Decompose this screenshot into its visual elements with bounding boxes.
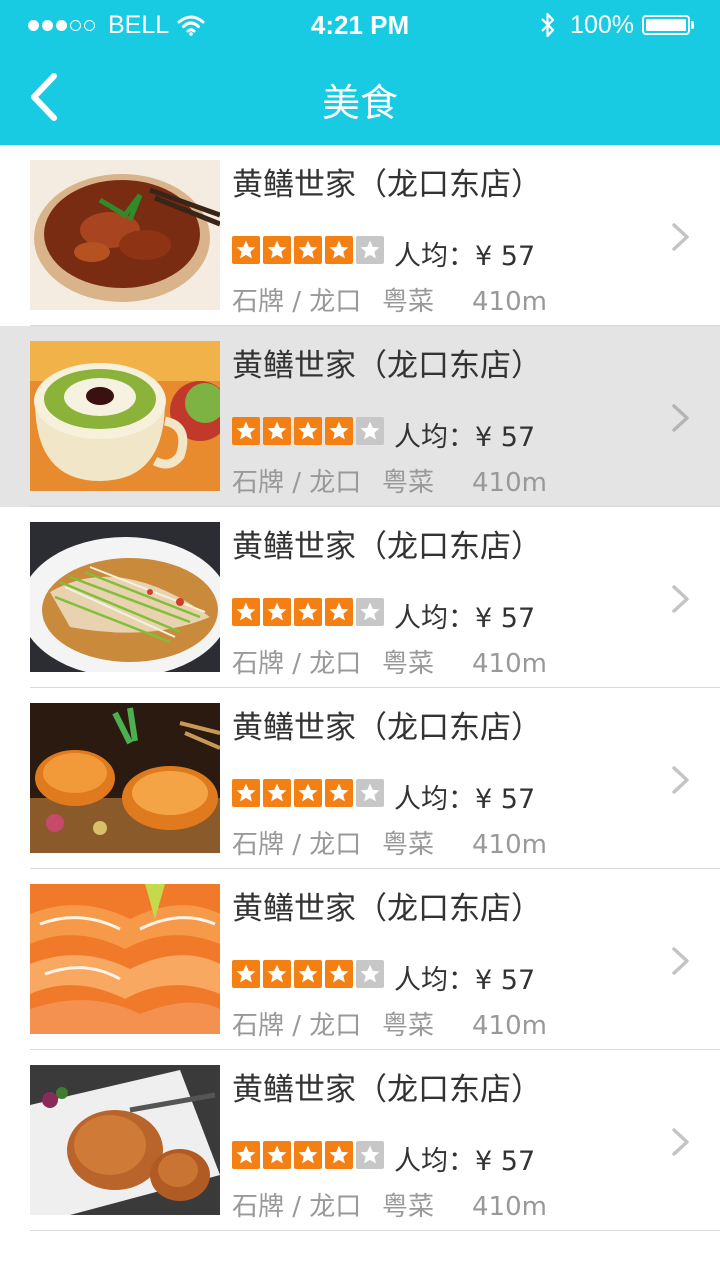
star-filled-icon [325, 1141, 353, 1169]
food-photo [30, 160, 220, 310]
star-filled-icon [232, 417, 260, 445]
distance-label: 410m [472, 649, 547, 679]
star-filled-icon [294, 236, 322, 264]
star-filled-icon [294, 960, 322, 988]
star-empty-icon [356, 598, 384, 626]
cuisine-label: 粤菜 [382, 468, 435, 498]
chevron-right-icon [672, 947, 689, 975]
restaurant-name: 黄鳝世家（龙口东店） [232, 891, 542, 927]
distance-label: 410m [472, 468, 547, 498]
restaurant-name: 黄鳝世家（龙口东店） [232, 167, 542, 203]
chevron-right-icon [672, 1128, 689, 1156]
area-label: 石牌 / 龙口 [232, 649, 362, 679]
star-filled-icon [232, 598, 260, 626]
distance-label: 410m [472, 830, 547, 860]
chevron-right-icon [672, 404, 689, 432]
average-price: 人均：¥ 57 [394, 1146, 536, 1177]
star-filled-icon [263, 598, 291, 626]
restaurant-name: 黄鳝世家（龙口东店） [232, 1072, 542, 1108]
star-rating [232, 1141, 387, 1169]
battery-icon [642, 15, 694, 35]
cuisine-label: 粤菜 [382, 287, 435, 317]
distance-label: 410m [472, 1011, 547, 1041]
star-filled-icon [232, 960, 260, 988]
star-filled-icon [325, 960, 353, 988]
star-filled-icon [232, 1141, 260, 1169]
restaurant-meta: 石牌 / 龙口 粤菜 410m [232, 1005, 547, 1042]
distance-label: 410m [472, 1192, 547, 1222]
star-filled-icon [294, 598, 322, 626]
restaurant-name: 黄鳝世家（龙口东店） [232, 348, 542, 384]
cuisine-label: 粤菜 [382, 1192, 435, 1222]
star-empty-icon [356, 417, 384, 445]
status-right: 100% [540, 10, 694, 40]
cuisine-label: 粤菜 [382, 649, 435, 679]
average-price: 人均：¥ 57 [394, 422, 536, 453]
bluetooth-icon [541, 12, 555, 38]
star-filled-icon [294, 417, 322, 445]
row-divider [30, 1230, 720, 1231]
restaurant-name: 黄鳝世家（龙口东店） [232, 529, 542, 565]
average-price: 人均：¥ 57 [394, 603, 536, 634]
chevron-right-icon [672, 766, 689, 794]
average-price: 人均：¥ 57 [394, 241, 536, 272]
area-label: 石牌 / 龙口 [232, 830, 362, 860]
star-filled-icon [325, 236, 353, 264]
restaurant-meta: 石牌 / 龙口 粤菜 410m [232, 824, 547, 861]
restaurant-row[interactable]: 黄鳝世家（龙口东店） 人均：¥ 57 石牌 / 龙口 粤菜 410m [0, 507, 720, 688]
restaurant-meta: 石牌 / 龙口 粤菜 410m [232, 643, 547, 680]
chevron-right-icon [672, 585, 689, 613]
nav-bar: 美食 [0, 50, 720, 145]
food-photo [30, 341, 220, 491]
star-filled-icon [263, 779, 291, 807]
restaurant-row[interactable]: 黄鳝世家（龙口东店） 人均：¥ 57 石牌 / 龙口 粤菜 410m [0, 145, 720, 326]
restaurant-meta: 石牌 / 龙口 粤菜 410m [232, 1186, 547, 1223]
star-empty-icon [356, 236, 384, 264]
restaurant-list: 黄鳝世家（龙口东店） 人均：¥ 57 石牌 / 龙口 粤菜 410m 黄鳝世家（… [0, 145, 720, 1231]
food-photo [30, 884, 220, 1034]
star-filled-icon [263, 1141, 291, 1169]
star-filled-icon [294, 1141, 322, 1169]
star-empty-icon [356, 1141, 384, 1169]
page-title: 美食 [321, 81, 398, 125]
food-photo [30, 1065, 220, 1215]
star-rating [232, 417, 387, 445]
distance-label: 410m [472, 287, 547, 317]
restaurant-row[interactable]: 黄鳝世家（龙口东店） 人均：¥ 57 石牌 / 龙口 粤菜 410m [0, 1050, 720, 1231]
star-filled-icon [232, 236, 260, 264]
status-bar: BELL 4:21 PM 100% [0, 0, 720, 50]
average-price: 人均：¥ 57 [394, 965, 536, 996]
star-empty-icon [356, 960, 384, 988]
restaurant-meta: 石牌 / 龙口 粤菜 410m [232, 462, 547, 499]
star-filled-icon [263, 417, 291, 445]
average-price: 人均：¥ 57 [394, 784, 536, 815]
food-photo [30, 522, 220, 672]
food-photo [30, 703, 220, 853]
star-rating [232, 779, 387, 807]
restaurant-row[interactable]: 黄鳝世家（龙口东店） 人均：¥ 57 石牌 / 龙口 粤菜 410m [0, 326, 720, 507]
restaurant-row[interactable]: 黄鳝世家（龙口东店） 人均：¥ 57 石牌 / 龙口 粤菜 410m [0, 869, 720, 1050]
restaurant-name: 黄鳝世家（龙口东店） [232, 710, 542, 746]
star-empty-icon [356, 779, 384, 807]
battery-percent: 100% [570, 10, 634, 39]
star-rating [232, 960, 387, 988]
chevron-right-icon [672, 223, 689, 251]
star-filled-icon [263, 236, 291, 264]
star-filled-icon [263, 960, 291, 988]
cuisine-label: 粤菜 [382, 1011, 435, 1041]
restaurant-meta: 石牌 / 龙口 粤菜 410m [232, 281, 547, 318]
star-filled-icon [325, 598, 353, 626]
area-label: 石牌 / 龙口 [232, 1192, 362, 1222]
star-filled-icon [325, 779, 353, 807]
star-rating [232, 598, 387, 626]
star-filled-icon [232, 779, 260, 807]
star-filled-icon [325, 417, 353, 445]
restaurant-row[interactable]: 黄鳝世家（龙口东店） 人均：¥ 57 石牌 / 龙口 粤菜 410m [0, 688, 720, 869]
area-label: 石牌 / 龙口 [232, 1011, 362, 1041]
cuisine-label: 粤菜 [382, 830, 435, 860]
star-rating [232, 236, 387, 264]
area-label: 石牌 / 龙口 [232, 468, 362, 498]
star-filled-icon [294, 779, 322, 807]
area-label: 石牌 / 龙口 [232, 287, 362, 317]
